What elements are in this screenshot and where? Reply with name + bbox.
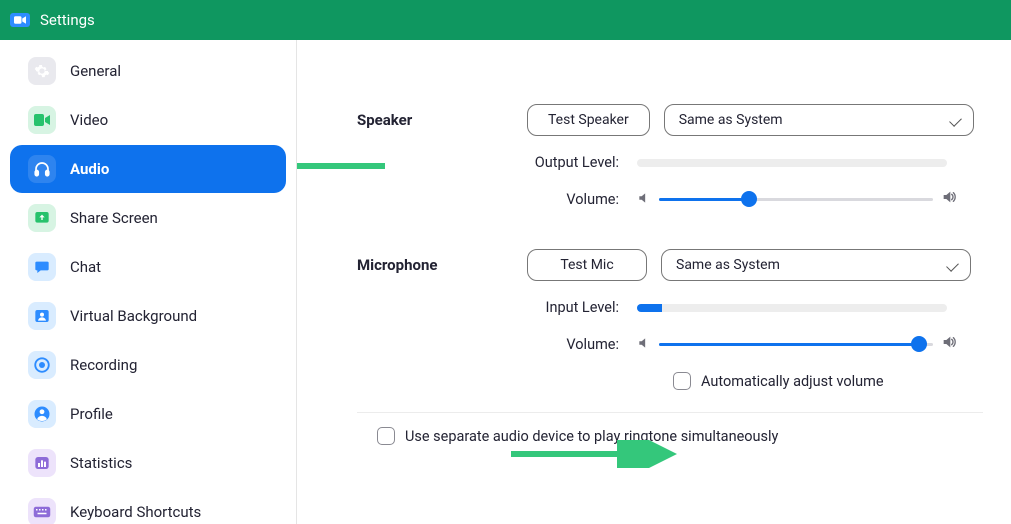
gear-icon <box>28 57 56 85</box>
sidebar-item-keyboard-shortcuts[interactable]: Keyboard Shortcuts <box>10 488 286 524</box>
main-panel: Speaker Test Speaker Same as System Outp… <box>297 40 1011 524</box>
input-level-label: Input Level: <box>357 299 637 316</box>
input-level-meter <box>637 304 947 312</box>
titlebar: Settings <box>0 0 1011 40</box>
sidebar-item-label: Profile <box>70 405 113 423</box>
volume-low-icon <box>637 335 651 354</box>
auto-adjust-volume-label: Automatically adjust volume <box>701 373 884 390</box>
speaker-volume-slider[interactable] <box>659 189 933 209</box>
sidebar-item-audio[interactable]: Audio <box>10 145 286 193</box>
sidebar-item-label: Statistics <box>70 454 132 472</box>
speaker-section-label: Speaker <box>357 111 527 129</box>
mic-volume-slider[interactable] <box>659 334 933 354</box>
sidebar-item-label: Video <box>70 111 108 129</box>
window-title: Settings <box>40 11 95 29</box>
sidebar-item-general[interactable]: General <box>10 47 286 95</box>
speaker-device-select[interactable]: Same as System <box>664 104 974 136</box>
virtual-background-icon <box>28 302 56 330</box>
volume-high-icon <box>941 334 957 354</box>
test-speaker-button[interactable]: Test Speaker <box>527 104 650 136</box>
sidebar-item-video[interactable]: Video <box>10 96 286 144</box>
keyboard-icon <box>28 498 56 524</box>
sidebar-item-virtual-background[interactable]: Virtual Background <box>10 292 286 340</box>
sidebar: General Video Audio Share Screen Chat <box>0 40 297 524</box>
sidebar-item-label: Keyboard Shortcuts <box>70 503 201 521</box>
sidebar-item-profile[interactable]: Profile <box>10 390 286 438</box>
output-level-label: Output Level: <box>357 154 637 171</box>
speaker-device-value: Same as System <box>679 112 783 128</box>
sidebar-item-label: Share Screen <box>70 209 158 227</box>
chat-icon <box>28 253 56 281</box>
microphone-section-label: Microphone <box>357 256 527 274</box>
output-level-meter <box>637 159 947 167</box>
separate-audio-device-checkbox[interactable] <box>377 427 395 445</box>
profile-icon <box>28 400 56 428</box>
sidebar-item-label: Recording <box>70 356 137 374</box>
volume-high-icon <box>941 189 957 209</box>
mic-volume-label: Volume: <box>357 336 637 353</box>
headphones-icon <box>28 155 56 183</box>
sidebar-item-chat[interactable]: Chat <box>10 243 286 291</box>
sidebar-item-label: Audio <box>70 160 109 178</box>
separate-audio-device-label: Use separate audio device to play ringto… <box>405 428 778 445</box>
test-mic-button[interactable]: Test Mic <box>527 249 647 281</box>
sidebar-item-share-screen[interactable]: Share Screen <box>10 194 286 242</box>
share-screen-icon <box>28 204 56 232</box>
volume-low-icon <box>637 190 651 209</box>
mic-device-select[interactable]: Same as System <box>661 249 971 281</box>
video-icon <box>28 106 56 134</box>
app-icon <box>10 13 30 27</box>
sidebar-item-label: General <box>70 62 121 80</box>
sidebar-item-label: Virtual Background <box>70 307 197 325</box>
mic-device-value: Same as System <box>676 257 780 273</box>
speaker-volume-label: Volume: <box>357 191 637 208</box>
sidebar-item-recording[interactable]: Recording <box>10 341 286 389</box>
recording-icon <box>28 351 56 379</box>
divider <box>357 412 983 413</box>
statistics-icon <box>28 449 56 477</box>
auto-adjust-volume-checkbox[interactable] <box>673 372 691 390</box>
sidebar-item-statistics[interactable]: Statistics <box>10 439 286 487</box>
sidebar-item-label: Chat <box>70 258 101 276</box>
